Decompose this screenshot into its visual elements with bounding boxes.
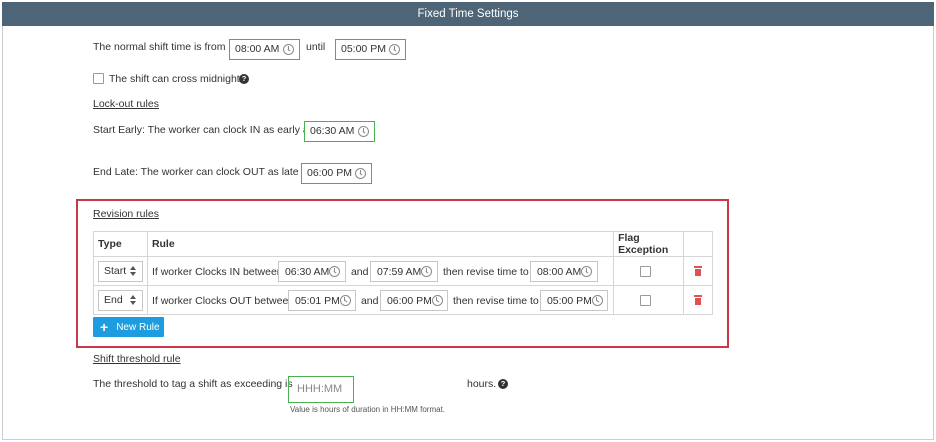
type-select-value: Start — [104, 265, 127, 277]
table-header-row: Type Rule Flag Exception — [93, 231, 713, 257]
rule-from-time-value: 06:30 AM — [284, 265, 330, 278]
flag-exception-checkbox[interactable] — [640, 295, 652, 306]
clock-icon[interactable] — [431, 295, 443, 306]
rule-revise-time-value: 05:00 PM — [546, 294, 592, 307]
panel-title: Fixed Time Settings — [2, 2, 934, 26]
end-late-time-field[interactable]: 06:00 PM — [301, 163, 372, 184]
rule-and-label: and — [360, 295, 379, 307]
shift-threshold-heading: Shift threshold rule — [93, 353, 181, 365]
new-rule-label: New Rule — [116, 321, 160, 333]
rule-from-time-field[interactable]: 05:01 PM — [287, 290, 356, 311]
threshold-input[interactable]: HHH:MM — [288, 376, 354, 403]
rule-from-time-value: 05:01 PM — [294, 294, 340, 307]
clock-icon[interactable] — [421, 266, 433, 277]
clock-icon[interactable] — [339, 295, 351, 306]
shift-end-time-value: 05:00 PM — [341, 43, 386, 55]
shift-start-time-value: 08:00 AM — [235, 43, 280, 55]
rule-to-time-value: 07:59 AM — [376, 265, 422, 278]
rule-revise-time-value: 08:00 AM — [536, 265, 582, 278]
clock-icon[interactable] — [389, 44, 400, 55]
shift-start-time-field[interactable]: 08:00 AM — [229, 39, 300, 60]
table-row: End If worker Clocks OUT between 05:01 P… — [93, 285, 713, 315]
type-select[interactable]: End — [98, 290, 143, 311]
clock-icon[interactable] — [591, 295, 603, 306]
rule-from-time-field[interactable]: 06:30 AM — [277, 261, 346, 282]
column-header-flag-exception: Flag Exception — [613, 231, 685, 257]
revision-rules-table: Type Rule Flag Exception Start If worker… — [93, 231, 713, 315]
clock-icon[interactable] — [581, 266, 593, 277]
rule-then-label: then revise time to — [442, 266, 529, 278]
rule-cell: If worker Clocks OUT between 05:01 PM an… — [146, 285, 615, 315]
threshold-unit-label: hours. — [467, 378, 497, 390]
plus-icon: + — [100, 319, 109, 335]
clock-icon[interactable] — [283, 44, 294, 55]
new-rule-button[interactable]: + New Rule — [93, 317, 164, 337]
rule-to-time-value: 06:00 PM — [386, 294, 432, 307]
flag-cell — [613, 256, 685, 286]
select-caret-icon — [130, 265, 136, 277]
table-row: Start If worker Clocks IN between 06:30 … — [93, 256, 713, 286]
actions-cell — [683, 256, 713, 286]
help-icon[interactable]: ? — [498, 379, 508, 389]
rule-to-time-field[interactable]: 07:59 AM — [369, 261, 438, 282]
type-select[interactable]: Start — [98, 261, 143, 282]
cross-midnight-label: The shift can cross midnight — [109, 73, 240, 85]
rule-prefix: If worker Clocks IN between — [151, 266, 283, 278]
until-label: until — [306, 41, 326, 53]
column-header-type: Type — [93, 231, 148, 257]
column-header-actions — [683, 231, 713, 257]
end-late-label: End Late: The worker can clock OUT as la… — [93, 166, 313, 178]
delete-icon[interactable] — [694, 266, 703, 276]
type-cell: Start — [93, 256, 148, 286]
cross-midnight-checkbox[interactable] — [93, 73, 104, 84]
flag-cell — [613, 285, 685, 315]
shift-end-time-field[interactable]: 05:00 PM — [335, 39, 406, 60]
type-cell: End — [93, 285, 148, 315]
select-caret-icon — [130, 294, 136, 306]
rule-revise-time-field[interactable]: 08:00 AM — [529, 261, 598, 282]
rule-cell: If worker Clocks IN between 06:30 AM and… — [146, 256, 615, 286]
clock-icon[interactable] — [355, 168, 366, 179]
rule-prefix: If worker Clocks OUT between — [151, 295, 295, 307]
clock-icon[interactable] — [329, 266, 341, 277]
clock-icon[interactable] — [358, 126, 369, 137]
actions-cell — [683, 285, 713, 315]
delete-icon[interactable] — [694, 295, 703, 305]
end-late-time-value: 06:00 PM — [307, 167, 352, 179]
start-early-time-value: 06:30 AM — [310, 125, 355, 137]
rule-to-time-field[interactable]: 06:00 PM — [379, 290, 448, 311]
rule-revise-time-field[interactable]: 05:00 PM — [539, 290, 608, 311]
start-early-time-field[interactable]: 06:30 AM — [304, 121, 375, 142]
threshold-label: The threshold to tag a shift as exceedin… — [93, 378, 293, 390]
shift-time-label: The normal shift time is from — [93, 41, 226, 53]
flag-exception-checkbox[interactable] — [640, 266, 652, 277]
rule-and-label: and — [350, 266, 369, 278]
type-select-value: End — [104, 294, 123, 306]
start-early-label: Start Early: The worker can clock IN as … — [93, 124, 314, 136]
column-header-rule: Rule — [146, 231, 615, 257]
rule-then-label: then revise time to — [452, 295, 539, 307]
revision-rules-heading: Revision rules — [93, 208, 159, 220]
help-icon[interactable]: ? — [239, 74, 249, 84]
lockout-rules-heading: Lock-out rules — [93, 98, 159, 110]
threshold-hint: Value is hours of duration in HH:MM form… — [290, 405, 446, 414]
